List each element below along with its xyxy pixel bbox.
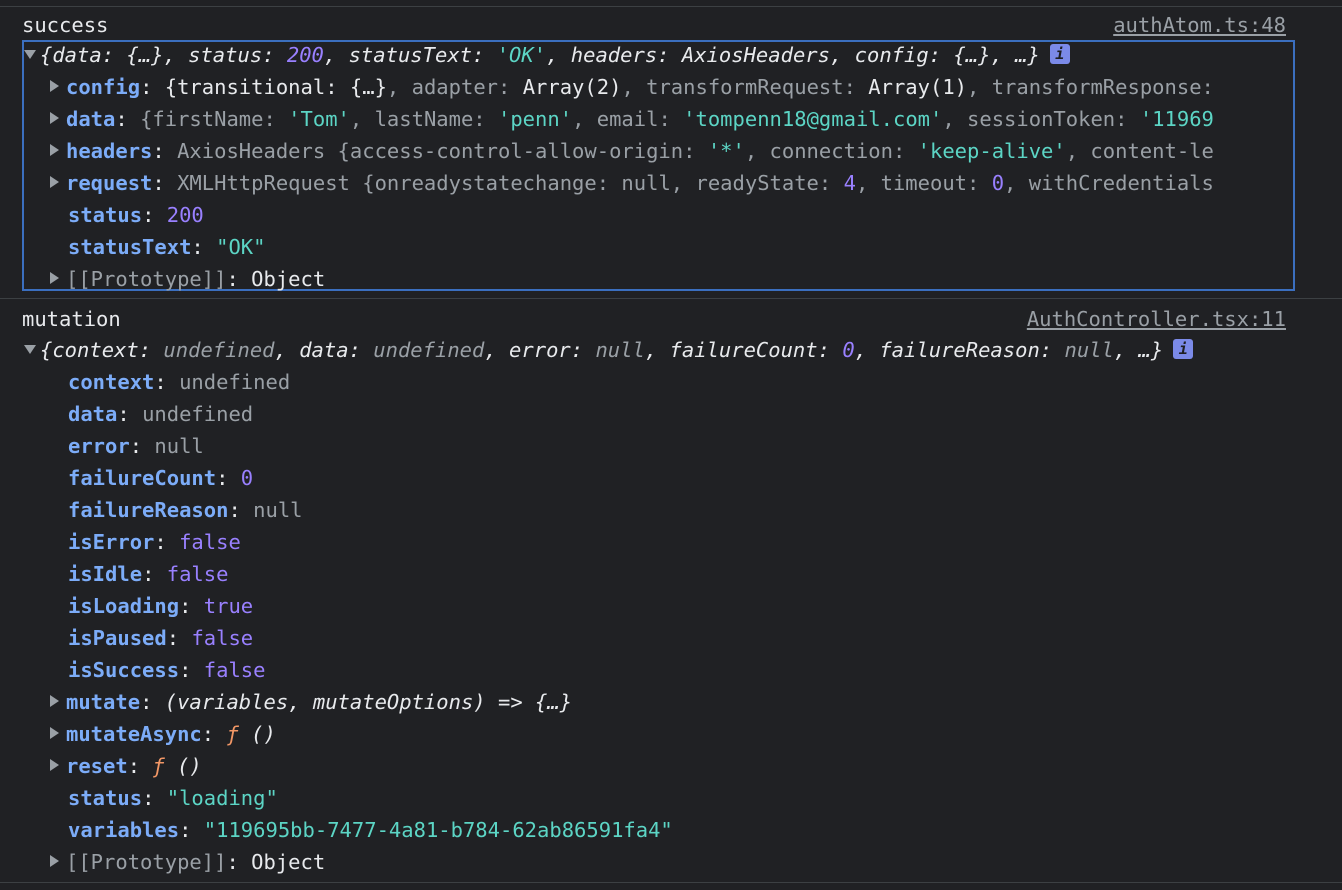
property-row: isError: false	[68, 530, 241, 554]
source-link[interactable]: AuthController.tsx:11	[1027, 303, 1286, 335]
property-row[interactable]: reset: ƒ ()	[48, 750, 202, 782]
log-label: success	[22, 13, 109, 37]
bottom-divider	[0, 882, 1342, 883]
property-row[interactable]: data: {firstName: 'Tom', lastName: 'penn…	[48, 103, 1293, 135]
property-row: context: undefined	[68, 370, 291, 394]
property-row: isIdle: false	[68, 562, 229, 586]
expand-icon[interactable]	[50, 855, 59, 867]
property-row: failureReason: null	[68, 498, 303, 522]
property-row[interactable]: [[Prototype]]: Object	[48, 846, 325, 878]
property-row: isLoading: true	[68, 594, 254, 618]
object-summary[interactable]: {data: {…}, status: 200, statusText: 'OK…	[24, 39, 1070, 71]
property-row: status: "loading"	[68, 786, 278, 810]
property-row: isSuccess: false	[68, 658, 266, 682]
property-row: data: undefined	[68, 402, 254, 426]
top-divider	[0, 6, 1342, 7]
property-row[interactable]: mutateAsync: ƒ ()	[48, 718, 276, 750]
object-summary[interactable]: {context: undefined, data: undefined, er…	[24, 334, 1194, 366]
collapse-icon[interactable]	[24, 344, 36, 354]
property-row[interactable]: headers: AxiosHeaders {access-control-al…	[48, 135, 1293, 167]
property-row: variables: "119695bb-7477-4a81-b784-62ab…	[68, 818, 673, 842]
expand-icon[interactable]	[50, 112, 59, 124]
property-row[interactable]: request: XMLHttpRequest {onreadystatecha…	[48, 167, 1293, 199]
property-row: statusText: "OK"	[68, 235, 266, 259]
collapse-icon[interactable]	[24, 49, 36, 59]
expand-icon[interactable]	[50, 695, 59, 707]
property-row: error: null	[68, 434, 204, 458]
expand-icon[interactable]	[50, 759, 59, 771]
property-row: isPaused: false	[68, 626, 254, 650]
info-icon[interactable]: i	[1049, 44, 1070, 64]
expand-icon[interactable]	[50, 727, 59, 739]
property-row[interactable]: mutate: (variables, mutateOptions) => {……	[48, 686, 572, 718]
property-row[interactable]: [[Prototype]]: Object	[48, 263, 325, 295]
group-divider	[0, 298, 1342, 299]
info-icon[interactable]: i	[1173, 339, 1194, 359]
expand-icon[interactable]	[50, 176, 59, 188]
property-row: status: 200	[68, 203, 204, 227]
expand-icon[interactable]	[50, 80, 59, 92]
log-label: mutation	[22, 307, 121, 331]
source-link[interactable]: authAtom.ts:48	[1113, 9, 1286, 41]
property-row[interactable]: config: {transitional: {…}, adapter: Arr…	[48, 71, 1293, 103]
property-row: failureCount: 0	[68, 466, 254, 490]
expand-icon[interactable]	[50, 272, 59, 284]
expand-icon[interactable]	[50, 144, 59, 156]
